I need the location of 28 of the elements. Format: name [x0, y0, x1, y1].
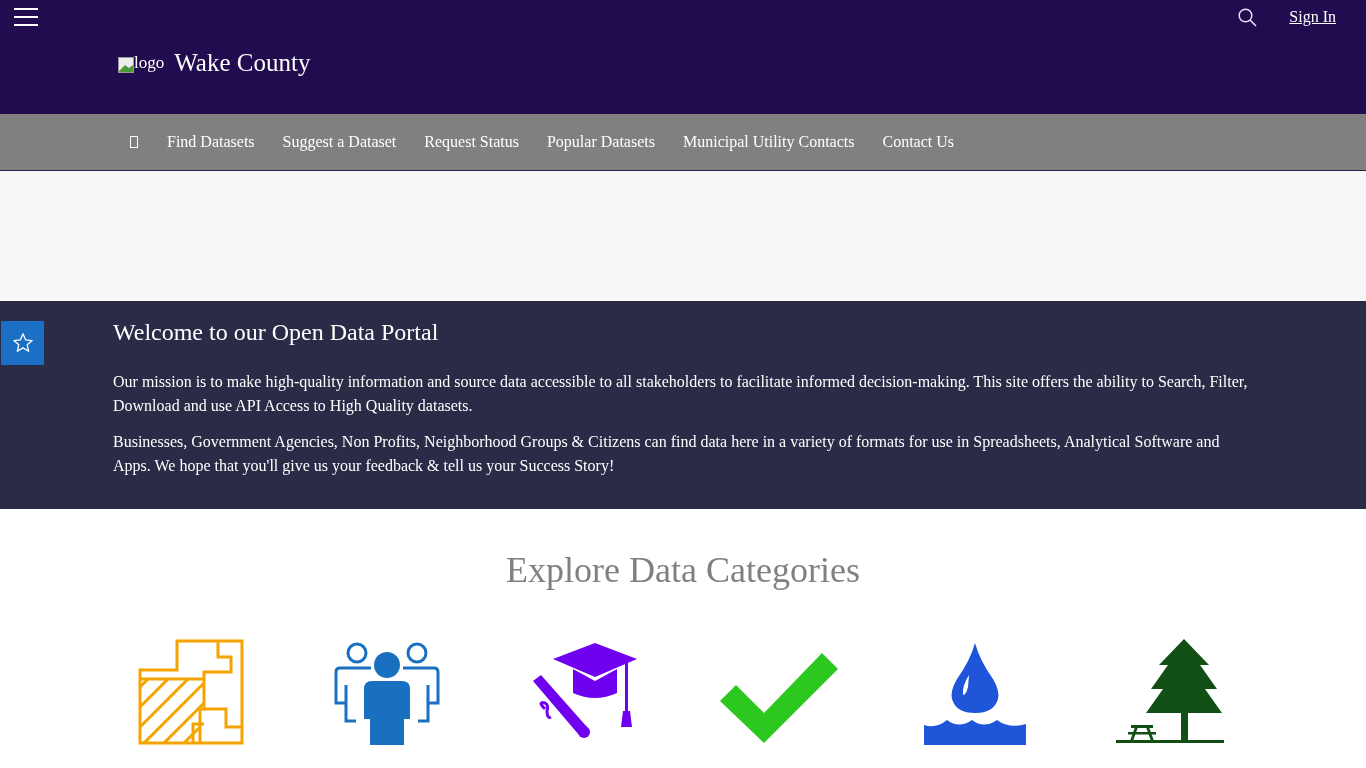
broken-image-icon — [118, 57, 134, 73]
welcome-heading: Welcome to our Open Data Portal — [113, 319, 440, 346]
parcel-map-icon — [138, 639, 244, 745]
category-link[interactable] — [922, 641, 1028, 745]
sign-in-link[interactable]: Sign In — [1289, 8, 1336, 26]
search-icon — [1238, 7, 1258, 27]
tree-icon — [1116, 639, 1226, 745]
people-icon — [334, 641, 440, 745]
nav-link[interactable]: Find Datasets — [153, 114, 269, 170]
nav-link[interactable]: Popular Datasets — [532, 114, 669, 170]
category-link[interactable] — [334, 641, 440, 745]
nav-link[interactable]: Contact Us — [868, 114, 969, 170]
star-icon — [11, 332, 34, 354]
water-drop-icon — [922, 641, 1028, 745]
nav-link[interactable]: Municipal Utility Contacts — [668, 114, 869, 170]
menu-button[interactable] — [14, 7, 38, 27]
section-heading: Explore Data Categories — [505, 549, 861, 591]
nav-link[interactable]: Request Status — [410, 114, 533, 170]
welcome-paragraph: Our mission is to make high-quality information and source data accessible to all stakeholders to facilitate informed decision-making. This site offers the ability to Search, Filter, Download and use API Access to High Quality datasets. — [113, 372, 1249, 417]
favorite-button[interactable] — [1, 321, 44, 365]
menu-icon — [14, 7, 38, 27]
missing-glyph-icon — [130, 136, 138, 148]
nav-link[interactable]: Suggest a Dataset — [268, 114, 411, 170]
category-link[interactable] — [1116, 639, 1226, 745]
search-button[interactable] — [1238, 7, 1258, 27]
welcome-paragraph: Businesses, Government Agencies, Non Profits, Neighborhood Groups & Citizens can find data here in a variety of formats for use in Spreadsheets, Analytical Software and Apps. We hope that you'll give us your feedback & tell us your Success Story! — [113, 432, 1221, 477]
logo-alt-text: logo — [134, 53, 165, 73]
site-title: Wake County — [174, 49, 311, 77]
